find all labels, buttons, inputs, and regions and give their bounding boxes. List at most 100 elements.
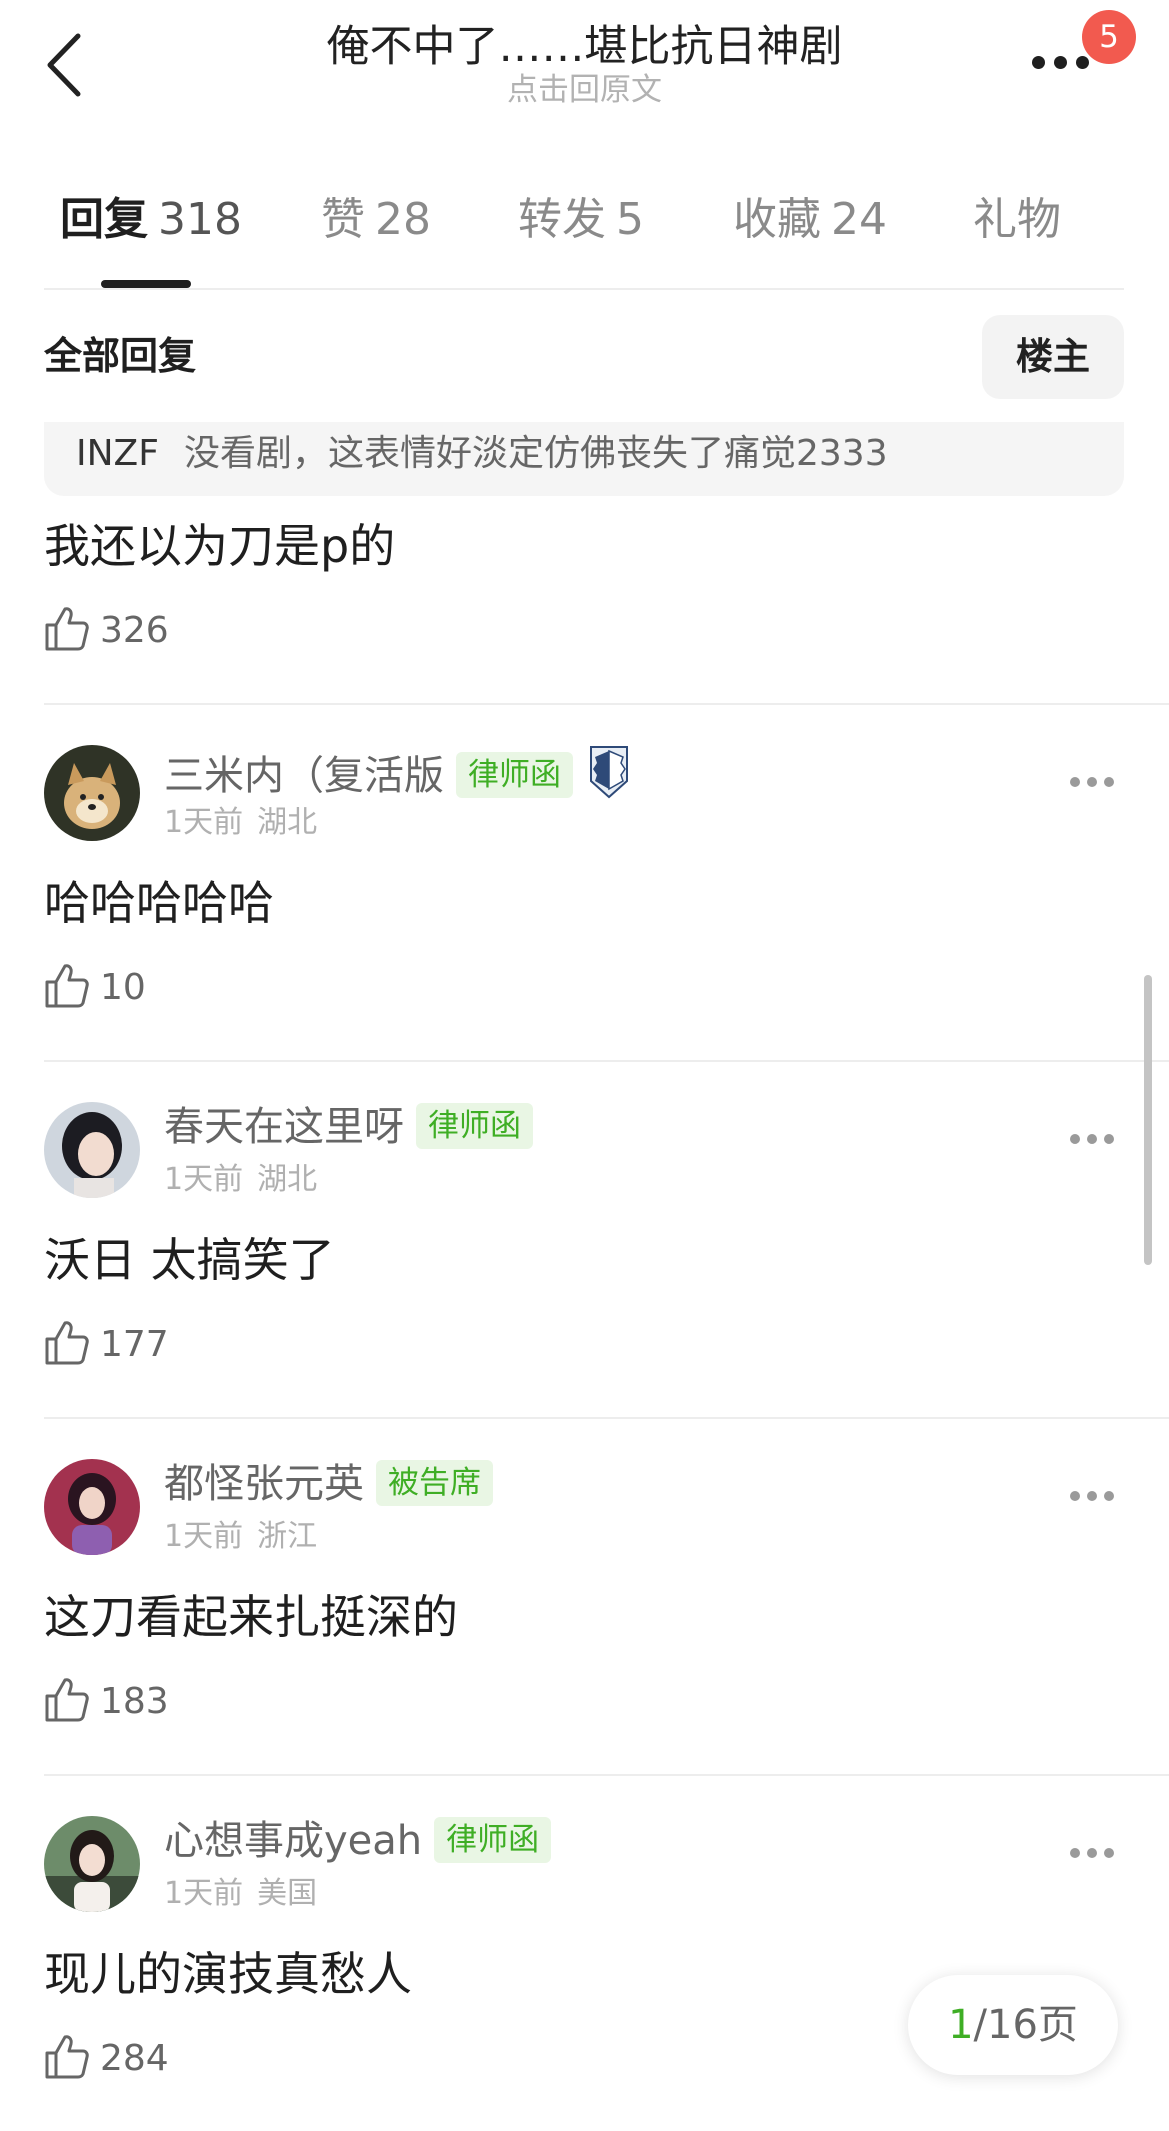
like-count: 326 — [100, 610, 169, 651]
comment-location: 美国 — [257, 1876, 318, 1911]
comment-time: 1天前 — [164, 805, 244, 840]
dot-icon — [1070, 777, 1080, 787]
dog-avatar-image — [44, 745, 140, 841]
username-text: 心想事成yeah — [164, 1818, 423, 1864]
tab-replies[interactable]: 回复 318 — [60, 190, 242, 250]
comment-more-button[interactable] — [1070, 1491, 1116, 1503]
tab-label: 回复 — [60, 194, 148, 245]
comment-item: 春天在这里呀 律师函 1天前 湖北 沃日 太搞笑了 177 — [0, 1062, 1169, 1417]
tab-favorites[interactable]: 收藏 24 — [733, 190, 887, 250]
comment-item: 都怪张元英 被告席 1天前 浙江 这刀看起来扎挺深的 183 — [0, 1419, 1169, 1774]
page-title: 俺不中了……堪比抗日神剧 — [326, 22, 843, 72]
comment-text: 沃日 太搞笑了 — [44, 1233, 335, 1287]
tab-gifts[interactable]: 礼物 — [973, 190, 1061, 250]
all-replies-heading: 全部回复 — [44, 334, 197, 378]
tab-count: 24 — [831, 194, 887, 245]
tab-count: 318 — [158, 194, 242, 245]
thumbs-up-icon — [45, 1321, 89, 1365]
like-count: 284 — [100, 2038, 169, 2079]
comment-text: 我还以为刀是p的 — [44, 519, 396, 573]
girl-avatar-image — [44, 1459, 140, 1555]
comment-more-button[interactable] — [1070, 1134, 1116, 1146]
like-count: 183 — [100, 1681, 169, 1722]
dot-icon — [1076, 56, 1089, 69]
comment-location: 湖北 — [257, 1162, 318, 1197]
user-tag-badge: 律师函 — [456, 752, 573, 798]
dot-icon — [1070, 1491, 1080, 1501]
tab-label: 赞 — [321, 194, 365, 245]
dot-icon — [1087, 1491, 1097, 1501]
comment-meta: 1天前 湖北 — [164, 1160, 317, 1200]
tab-count: 28 — [375, 194, 431, 245]
user-tag-badge: 律师函 — [416, 1103, 533, 1149]
tab-label: 收藏 — [733, 194, 821, 245]
active-tab-indicator — [101, 280, 191, 288]
scrollbar[interactable] — [1144, 975, 1152, 1265]
username-text: 都怪张元英 — [164, 1461, 364, 1507]
tab-count: 5 — [616, 194, 644, 245]
divider — [44, 288, 1124, 290]
user-tag-badge: 律师函 — [434, 1817, 552, 1863]
wings-emblem-icon — [587, 743, 631, 799]
tab-label: 转发 — [518, 194, 606, 245]
dot-icon — [1054, 56, 1067, 69]
thumbs-up-icon — [45, 964, 89, 1008]
tab-reposts[interactable]: 转发 5 — [518, 190, 644, 250]
thumbs-up-icon — [45, 607, 89, 651]
thumbs-up-icon — [45, 1678, 89, 1722]
back-to-original-link[interactable]: 点击回原文 — [0, 72, 1169, 108]
dot-icon — [1087, 777, 1097, 787]
dot-icon — [1032, 56, 1045, 69]
comment-item: 心想事成yeah 律师函 1天前 美国 现儿的演技真愁人 284 — [0, 1776, 1169, 2131]
comment-location: 浙江 — [257, 1519, 318, 1554]
notification-badge: 5 — [1082, 10, 1136, 64]
comment-location: 湖北 — [257, 805, 318, 840]
comment-time: 1天前 — [164, 1519, 244, 1554]
user-tag-badge: 被告席 — [376, 1460, 493, 1506]
comment-more-button[interactable] — [1070, 1848, 1116, 1860]
like-count: 10 — [100, 967, 146, 1008]
dot-icon — [1104, 1134, 1114, 1144]
current-page: 1 — [948, 2002, 974, 2048]
dot-icon — [1070, 1848, 1080, 1858]
dot-icon — [1070, 1134, 1080, 1144]
comment-meta: 1天前 湖北 — [164, 803, 317, 843]
quoted-reply[interactable]: INZF 没看剧，这表情好淡定仿佛丧失了痛觉2333 — [44, 422, 1124, 496]
comment-text: 这刀看起来扎挺深的 — [44, 1590, 458, 1644]
comment-time: 1天前 — [164, 1876, 244, 1911]
girl-avatar-image — [44, 1816, 140, 1912]
username[interactable]: 三米内（复活版 律师函 — [164, 743, 631, 803]
tab-label: 礼物 — [973, 194, 1061, 245]
comment-text: 哈哈哈哈哈 — [44, 876, 274, 930]
comment-more-button[interactable] — [1070, 777, 1116, 789]
like-count: 177 — [100, 1324, 169, 1365]
dot-icon — [1087, 1848, 1097, 1858]
tab-likes[interactable]: 赞 28 — [321, 190, 431, 250]
avatar[interactable] — [44, 745, 140, 841]
username-text: 三米内（复活版 — [164, 753, 444, 799]
username[interactable]: 心想事成yeah 律师函 — [164, 1814, 552, 1868]
tab-bar: 回复 318 赞 28 转发 5 收藏 24 礼物 — [0, 190, 1169, 290]
avatar[interactable] — [44, 1459, 140, 1555]
quoted-username: INZF — [76, 433, 159, 474]
dot-icon — [1087, 1134, 1097, 1144]
username[interactable]: 都怪张元英 被告席 — [164, 1457, 493, 1511]
total-pages: /16页 — [973, 2002, 1078, 2048]
dot-icon — [1104, 1491, 1114, 1501]
dot-icon — [1104, 777, 1114, 787]
page-indicator-button[interactable]: 1/16页 — [908, 1975, 1118, 2075]
comment-meta: 1天前 浙江 — [164, 1517, 317, 1557]
owner-filter-button[interactable]: 楼主 — [982, 315, 1124, 399]
thumbs-up-icon — [45, 2035, 89, 2079]
comment-time: 1天前 — [164, 1162, 244, 1197]
quoted-text: 没看剧，这表情好淡定仿佛丧失了痛觉2333 — [184, 433, 888, 474]
avatar[interactable] — [44, 1816, 140, 1912]
comment-item: 三米内（复活版 律师函 1天前 湖北 哈哈哈哈哈 10 — [0, 705, 1169, 1060]
comment-meta: 1天前 美国 — [164, 1874, 317, 1914]
top-bar: 俺不中了……堪比抗日神剧 点击回原文 5 — [0, 0, 1169, 120]
username[interactable]: 春天在这里呀 律师函 — [164, 1100, 533, 1154]
comment-text: 现儿的演技真愁人 — [44, 1947, 412, 2001]
girl-avatar-image — [44, 1102, 140, 1198]
avatar[interactable] — [44, 1102, 140, 1198]
username-text: 春天在这里呀 — [164, 1104, 404, 1150]
